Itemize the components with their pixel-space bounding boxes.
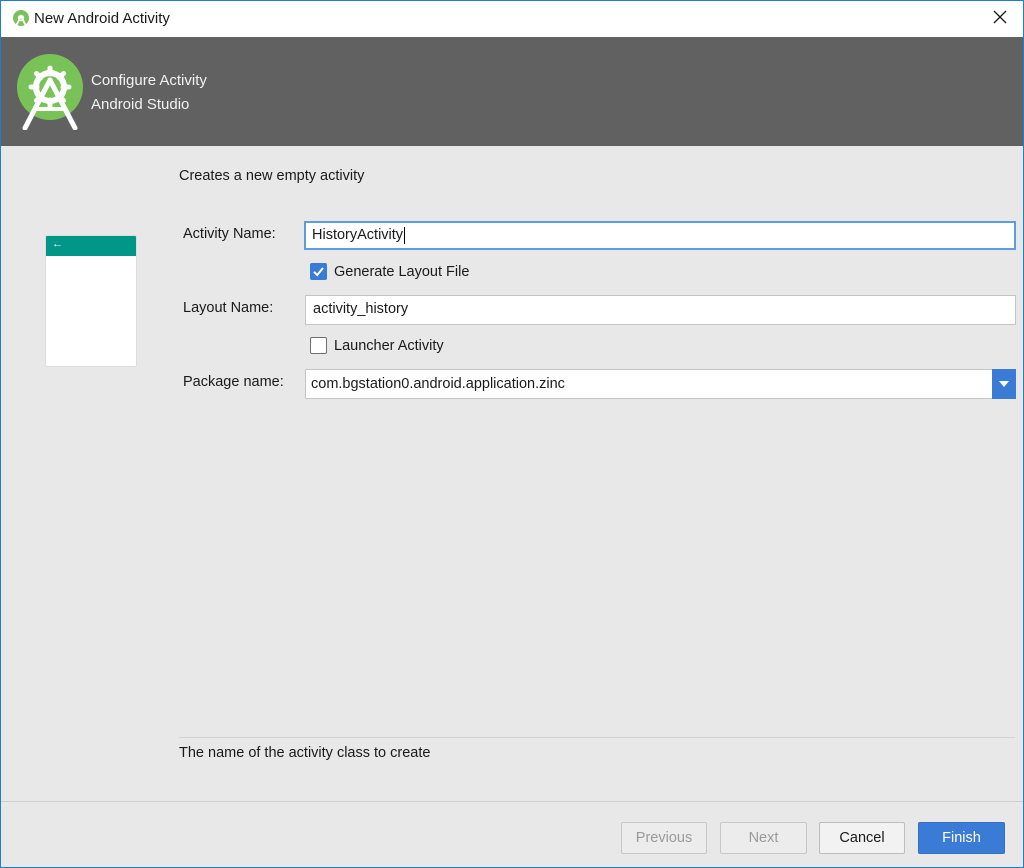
dropdown-arrow-icon[interactable]: [992, 369, 1016, 399]
header-title: Configure Activity: [91, 72, 207, 89]
checkmark-icon: [310, 263, 327, 280]
launcher-activity-label: Launcher Activity: [334, 337, 444, 354]
launcher-activity-checkbox[interactable]: Launcher Activity: [310, 337, 444, 354]
generate-layout-checkbox[interactable]: Generate Layout File: [310, 263, 469, 280]
finish-button[interactable]: Finish: [918, 822, 1005, 854]
android-studio-logo: [15, 54, 85, 131]
wizard-header: Configure Activity Android Studio: [1, 37, 1023, 146]
text-caret: [404, 226, 406, 244]
layout-name-label: Layout Name:: [183, 300, 274, 316]
dialog-window: New Android Activity Configure Activity …: [0, 0, 1024, 868]
back-arrow-icon: ←: [52, 238, 63, 250]
layout-name-input[interactable]: activity_history: [305, 295, 1016, 325]
next-button[interactable]: Next: [720, 822, 807, 854]
package-name-label: Package name:: [183, 374, 284, 390]
window-title: New Android Activity: [34, 10, 170, 27]
cancel-button[interactable]: Cancel: [819, 822, 905, 854]
title-bar: New Android Activity: [1, 1, 1023, 37]
android-studio-icon: [12, 10, 30, 28]
generate-layout-label: Generate Layout File: [334, 263, 470, 280]
package-name-combobox[interactable]: com.bgstation0.android.application.zinc: [305, 369, 1016, 399]
layout-name-value: activity_history: [313, 301, 409, 317]
activity-name-label: Activity Name:: [183, 226, 276, 242]
preview-toolbar: ←: [46, 236, 136, 256]
footer-divider: [1, 801, 1023, 802]
close-button[interactable]: [977, 1, 1023, 37]
activity-description: Creates a new empty activity: [179, 168, 365, 184]
checkbox-empty: [310, 337, 327, 354]
close-icon: [993, 10, 1007, 29]
activity-preview: ←: [45, 235, 137, 367]
hint-divider: [179, 737, 1015, 738]
activity-name-input[interactable]: HistoryActivity: [304, 221, 1016, 250]
header-subtitle: Android Studio: [91, 96, 190, 113]
activity-name-value: HistoryActivity: [312, 227, 404, 243]
field-hint: The name of the activity class to create: [179, 745, 431, 761]
previous-button[interactable]: Previous: [621, 822, 707, 854]
package-name-value: com.bgstation0.android.application.zinc: [311, 376, 565, 392]
